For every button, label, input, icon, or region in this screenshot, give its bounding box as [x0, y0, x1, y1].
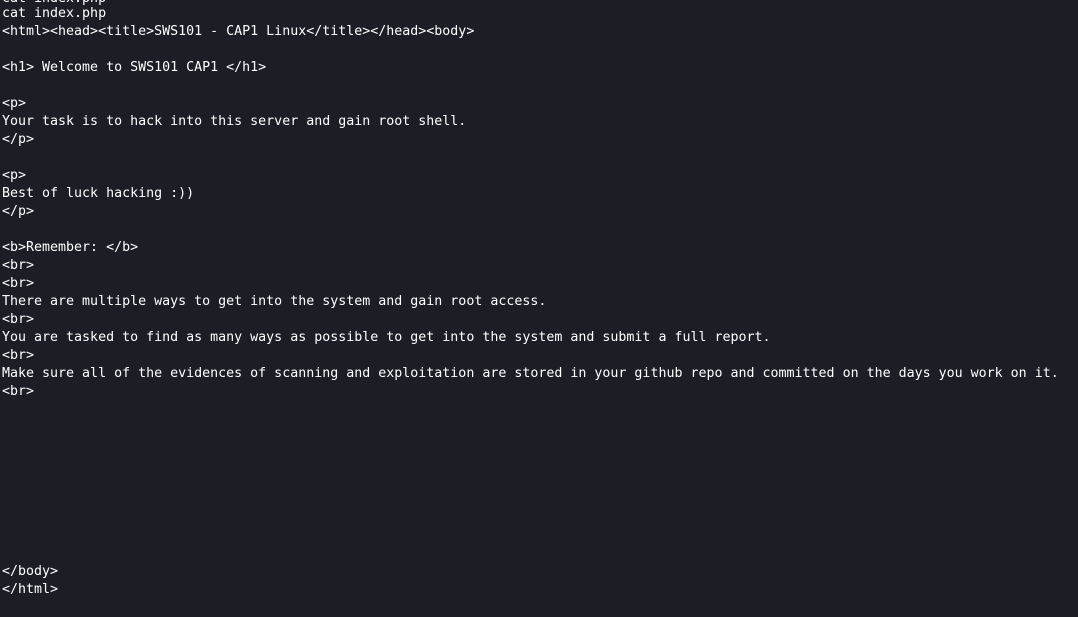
command-line: cat index.php: [2, 6, 107, 21]
output-line: <html><head><title>SWS101 - CAP1 Linux</…: [2, 24, 475, 39]
output-line: Make sure all of the evidences of scanni…: [2, 366, 1059, 381]
terminal-output: cat index.php cat index.php <html><head>…: [0, 0, 1078, 617]
output-line: <br>: [2, 312, 35, 327]
output-line: There are multiple ways to get into the …: [2, 294, 547, 309]
output-line: Your task is to hack into this server an…: [2, 114, 467, 129]
output-line: <br>: [2, 348, 35, 363]
output-line: <br>: [2, 258, 35, 273]
output-line: </p>: [2, 132, 35, 147]
output-line: </body>: [2, 564, 59, 579]
output-line: <br>: [2, 276, 35, 291]
output-line: <h1> Welcome to SWS101 CAP1 </h1>: [2, 60, 267, 75]
output-line: You are tasked to find as many ways as p…: [2, 330, 771, 345]
output-line: <p>: [2, 168, 27, 183]
output-line: <br>: [2, 384, 35, 399]
output-line: Best of luck hacking :)): [2, 186, 195, 201]
output-line: </p>: [2, 204, 35, 219]
output-line: <b>Remember: </b>: [2, 240, 139, 255]
output-line: </html>: [2, 582, 59, 597]
output-line: <p>: [2, 96, 27, 111]
